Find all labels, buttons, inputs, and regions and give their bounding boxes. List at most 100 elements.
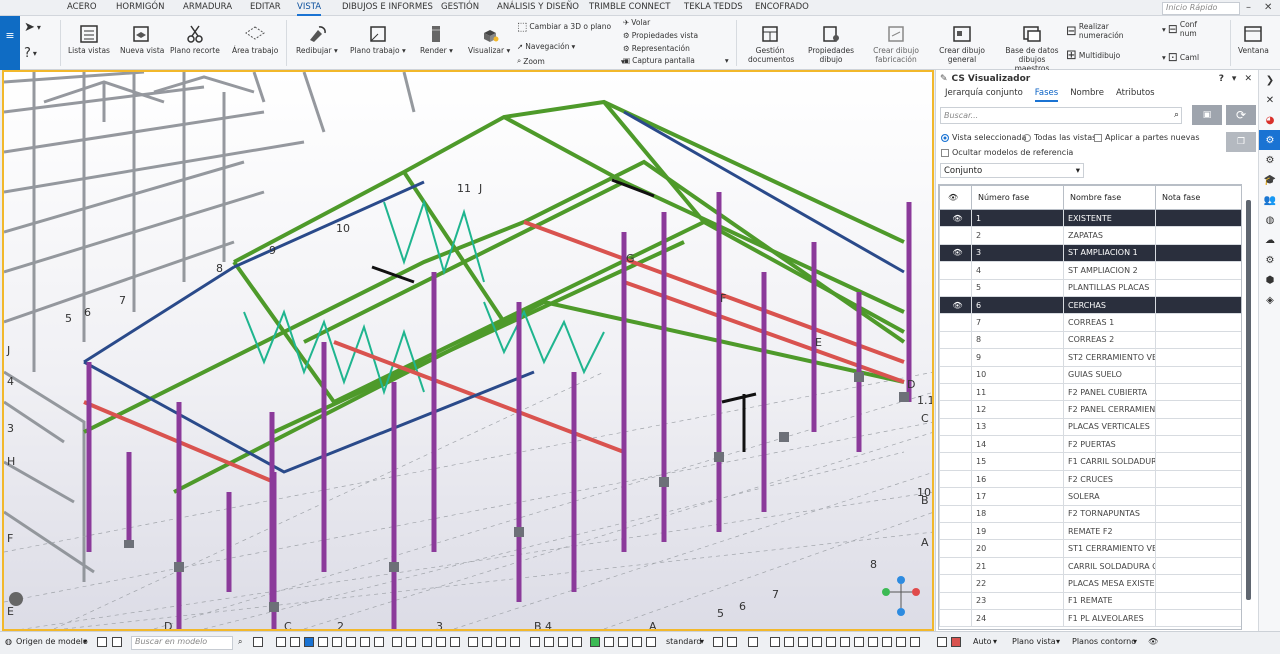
table-row[interactable]: 19 REMATE F2	[939, 522, 1241, 541]
snap-icon[interactable]	[436, 637, 446, 647]
gestion-documentos-button[interactable]: Gestión documentos	[748, 24, 794, 64]
render-button[interactable]: Render ▾	[420, 24, 453, 55]
numero-fase-header[interactable]: Número fase	[971, 185, 1064, 210]
nombre-fase-header[interactable]: Nombre fase	[1063, 185, 1156, 210]
tab-trimble-connect[interactable]: TRIMBLE CONNECT	[589, 2, 670, 16]
table-row[interactable]: 👁 1 EXISTENTE	[939, 208, 1241, 228]
search-icon[interactable]: ⌕	[1174, 110, 1179, 120]
snap-icon[interactable]	[590, 637, 600, 647]
snap-icon[interactable]	[784, 637, 794, 647]
captura-pantalla-button[interactable]: ▣ Captura pantalla ▾	[623, 56, 729, 65]
realizar-numeracion-button[interactable]: ⊟ Realizar numeración	[1066, 22, 1126, 40]
snap-icon[interactable]	[713, 637, 723, 647]
eye-icon[interactable]: 👁	[939, 295, 972, 315]
snap-icon[interactable]	[253, 637, 263, 647]
snap-icon[interactable]	[937, 637, 947, 647]
plano-vista-select[interactable]: Plano vista	[1012, 637, 1056, 646]
phase-search-input[interactable]: Buscar...	[940, 107, 1182, 124]
table-row[interactable]: 21 CARRIL SOLDADURA OF	[939, 556, 1241, 576]
snap-icon[interactable]	[618, 637, 628, 647]
table-row[interactable]: 9ST2 CERRAMIENTO VERT	[939, 348, 1241, 367]
table-row[interactable]: 18 F2 TORNAPUNTAS	[939, 504, 1241, 524]
nota-fase-header[interactable]: Nota fase	[1155, 185, 1241, 210]
tab-tekla-tedds[interactable]: TEKLA TEDDS	[684, 2, 743, 16]
table-row[interactable]: 16 F2 CRUCES	[939, 469, 1241, 489]
refresh-button[interactable]: ⟳	[1226, 105, 1256, 125]
snap-icon[interactable]	[882, 637, 892, 647]
visualizer-icon[interactable]: ⚙	[1259, 130, 1280, 150]
snap-icon[interactable]	[530, 637, 540, 647]
close-icon[interactable]: ✕	[1259, 90, 1280, 110]
table-row[interactable]: 10 GUIAS SUELO	[939, 365, 1241, 384]
snap-icon[interactable]	[374, 637, 384, 647]
table-row[interactable]: 2 ZAPATAS	[939, 226, 1241, 245]
visibility-cell[interactable]	[939, 261, 972, 280]
propiedades-vista-button[interactable]: ⚙ Propiedades vista	[623, 31, 698, 40]
visibility-cell[interactable]	[939, 226, 972, 245]
auto-select[interactable]: Auto	[973, 637, 992, 646]
plano-trabajo-button[interactable]: Plano trabajo ▾	[350, 24, 406, 55]
ocultar-modelos-checkbox[interactable]: Ocultar modelos de referencia	[941, 148, 1073, 157]
visibility-cell[interactable]	[939, 522, 972, 541]
package-icon[interactable]: ⬢	[1259, 270, 1280, 290]
snap-icon[interactable]	[951, 637, 961, 647]
help-icon[interactable]: ? ▾	[24, 46, 37, 61]
snap-icon[interactable]	[304, 637, 314, 647]
tab-nombre[interactable]: Nombre	[1070, 88, 1104, 102]
redibujar-button[interactable]: Redibujar ▾	[296, 24, 338, 55]
table-row[interactable]: 17 SOLERA	[939, 487, 1241, 506]
tab-dibujos-informes[interactable]: DIBUJOS E INFORMES	[342, 2, 433, 16]
snap-icon[interactable]	[727, 637, 737, 647]
quick-search-input[interactable]: Inicio Rápido	[1162, 2, 1240, 15]
volar-button[interactable]: ✈ Volar	[623, 18, 650, 27]
eye-icon[interactable]: 👁	[939, 208, 972, 228]
multidibujo-button[interactable]: ⊞ Multidibujo	[1066, 48, 1120, 63]
learning-icon[interactable]: 🎓	[1259, 170, 1280, 190]
tab-acero[interactable]: ACERO	[67, 2, 97, 16]
snap-icon[interactable]	[112, 637, 122, 647]
ventana-button[interactable]: Ventana	[1238, 24, 1269, 55]
visibility-cell[interactable]	[939, 487, 972, 506]
table-row[interactable]: 15 F1 CARRIL SOLDADURA	[939, 452, 1241, 471]
tab-fases[interactable]: Fases	[1034, 88, 1059, 102]
snap-icon[interactable]	[346, 637, 356, 647]
snap-icon[interactable]	[826, 637, 836, 647]
panel-help-icon[interactable]: ?	[1219, 74, 1224, 84]
conf-num-button[interactable]: ▾ ⊟ Conf num	[1162, 20, 1214, 38]
origen-modelo-select[interactable]: Origen de modelo	[16, 637, 88, 646]
steel-structure-model[interactable]: 11J 109 87 56 GF ED 1.1C 10B A8 76 5A B …	[4, 72, 932, 629]
snap-icon[interactable]	[854, 637, 864, 647]
visibility-cell[interactable]	[939, 313, 972, 332]
copy-button[interactable]: ❐	[1226, 132, 1256, 152]
visibility-cell[interactable]	[939, 382, 972, 402]
tab-armadura[interactable]: ARMADURA	[183, 2, 232, 16]
snap-icon[interactable]	[318, 637, 328, 647]
snap-icon[interactable]	[510, 637, 520, 647]
standard-select[interactable]: standard	[666, 637, 701, 646]
tab-atributos[interactable]: Atributos	[1116, 88, 1155, 102]
snap-icon[interactable]	[868, 637, 878, 647]
snap-icon[interactable]	[646, 637, 656, 647]
panel-close-icon[interactable]: ✕	[1244, 74, 1252, 84]
aplicar-partes-nuevas-checkbox[interactable]: Aplicar a partes nuevas	[1094, 133, 1199, 142]
plano-recorte-button[interactable]: Plano recorte	[170, 24, 220, 55]
lista-vistas-button[interactable]: Lista vistas	[68, 24, 110, 55]
properties-icon[interactable]: ⚙	[1259, 150, 1280, 170]
settings-icon[interactable]: ⚙	[1259, 250, 1280, 270]
table-row[interactable]: 5 PLANTILLAS PLACAS	[939, 278, 1241, 297]
snap-icon[interactable]	[422, 637, 432, 647]
visibility-cell[interactable]	[939, 608, 972, 628]
chevron-down-icon[interactable]: ▾	[83, 637, 87, 646]
base-datos-dibujos-button[interactable]: Base de datos dibujos maestros	[1004, 24, 1060, 73]
snap-icon[interactable]	[332, 637, 342, 647]
snap-icon[interactable]	[468, 637, 478, 647]
snap-icon[interactable]	[632, 637, 642, 647]
cambiar-3d-button[interactable]: ⬚ Cambiar a 3D o plano	[517, 20, 611, 33]
area-trabajo-button[interactable]: Área trabajo	[232, 24, 278, 55]
table-row[interactable]: 23 F1 REMATE	[939, 591, 1241, 610]
layers-icon[interactable]: ◈	[1259, 290, 1280, 310]
tab-encofrado[interactable]: ENCOFRADO	[755, 2, 809, 16]
snap-icon[interactable]	[812, 637, 822, 647]
chevron-down-icon[interactable]: ▾	[1133, 637, 1137, 646]
snap-icon[interactable]	[97, 637, 107, 647]
